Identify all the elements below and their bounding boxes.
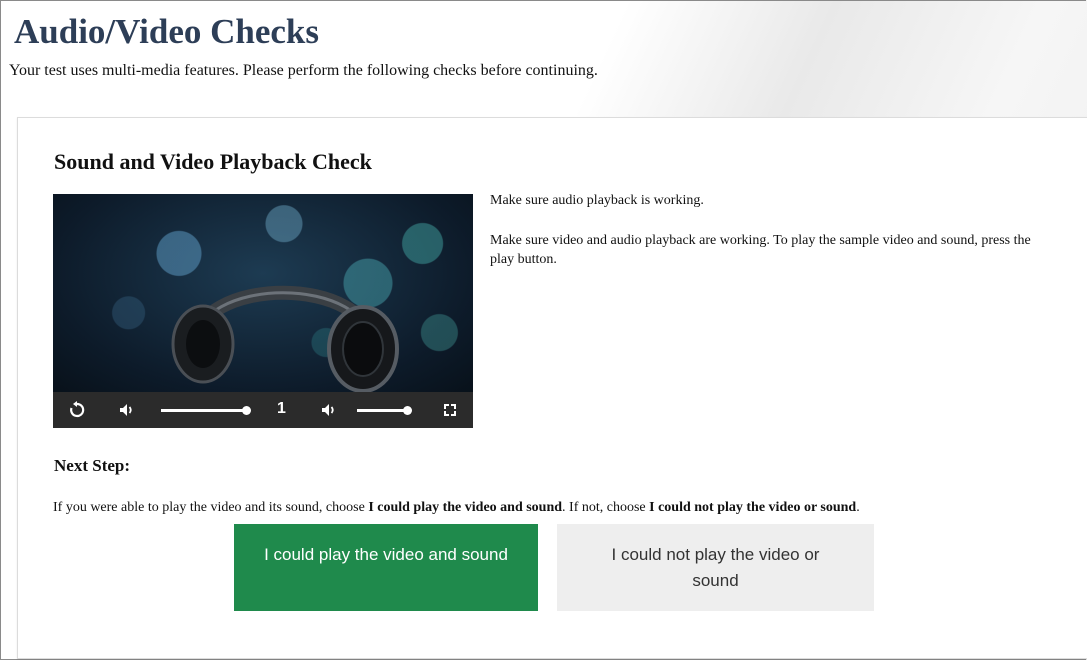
next-step-text-middle: . If not, choose [562, 500, 650, 515]
page-subtitle: Your test uses multi-media features. Ple… [9, 62, 598, 79]
could-play-button[interactable]: I could play the video and sound [234, 524, 538, 611]
player-controls: 1 [53, 392, 473, 428]
next-step-text-suffix: . [856, 500, 860, 515]
page-title: Audio/Video Checks [14, 12, 320, 51]
check-card: Sound and Video Playback Check 1 Make su… [17, 117, 1087, 659]
fullscreen-icon[interactable] [440, 400, 460, 420]
replay-icon[interactable] [67, 400, 87, 420]
could-not-play-button[interactable]: I could not play the video or sound [557, 524, 874, 611]
next-step-text-prefix: If you were able to play the video and i… [53, 500, 369, 515]
audio-instruction: Make sure audio playback is working. [490, 193, 704, 208]
playback-speed[interactable]: 1 [277, 400, 286, 418]
check-title: Sound and Video Playback Check [54, 149, 372, 174]
next-step-heading: Next Step: [54, 456, 131, 475]
option-yes-inline: I could play the video and sound [368, 500, 563, 515]
volume-slider-knob[interactable] [242, 406, 251, 415]
volume-slider[interactable] [161, 409, 247, 412]
volume-icon[interactable] [319, 400, 339, 420]
option-no-inline: I could not play the video or sound [649, 500, 857, 515]
video-instruction: Make sure video and audio playback are w… [490, 233, 1031, 267]
video-player[interactable]: 1 [53, 194, 473, 428]
audio-volume-slider-knob[interactable] [403, 406, 412, 415]
headphones-image [171, 285, 399, 393]
volume-icon[interactable] [117, 400, 137, 420]
next-step-text: If you were able to play the video and i… [53, 499, 860, 517]
audio-volume-slider[interactable] [357, 409, 407, 412]
video-thumbnail[interactable] [53, 194, 473, 393]
